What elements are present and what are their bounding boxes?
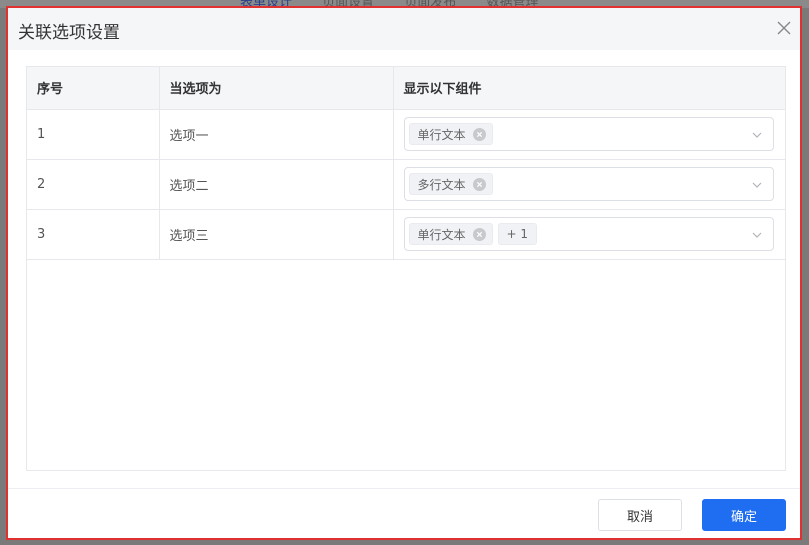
column-header-option: 当选项为 — [159, 67, 394, 110]
tag-remove-icon[interactable] — [472, 227, 486, 241]
options-table: 序号 当选项为 显示以下组件 1 选项一 单行文本 2 选项二 多行文本 3 选… — [26, 66, 786, 471]
tag-label: 单行文本 — [417, 127, 466, 142]
linked-options-dialog: 关联选项设置 序号 当选项为 显示以下组件 1 选项一 单行文本 2 选项二 多… — [6, 6, 802, 540]
row-index: 1 — [27, 109, 160, 160]
table-header-row: 序号 当选项为 显示以下组件 — [27, 67, 785, 110]
row-option: 选项二 — [159, 159, 394, 210]
table-row: 2 选项二 多行文本 — [27, 159, 785, 210]
component-tag: 单行文本 — [408, 223, 493, 245]
chevron-down-icon[interactable] — [751, 229, 763, 241]
row-option: 选项一 — [159, 109, 394, 160]
tag-label: 单行文本 — [417, 227, 466, 242]
dialog-footer: 取消 确定 — [8, 488, 800, 538]
table-row: 3 选项三 单行文本 + 1 — [27, 209, 785, 260]
dialog-title: 关联选项设置 — [18, 23, 120, 43]
component-select[interactable]: 单行文本 + 1 — [403, 217, 774, 251]
row-components-cell: 单行文本 — [393, 109, 785, 160]
background-page: 表单设计 页面设置 页面发布 数据管理 — [0, 0, 809, 8]
component-select[interactable]: 单行文本 — [403, 117, 774, 151]
bg-tab-page-settings: 页面设置 — [322, 0, 375, 8]
component-tag: 单行文本 — [408, 123, 493, 145]
confirm-button[interactable]: 确定 — [702, 499, 786, 531]
tag-remove-icon[interactable] — [472, 177, 486, 191]
component-tag: 多行文本 — [408, 173, 493, 195]
table-row: 1 选项一 单行文本 — [27, 109, 785, 160]
tag-remove-icon[interactable] — [472, 127, 486, 141]
cancel-button[interactable]: 取消 — [598, 499, 682, 531]
more-tags-count: + 1 — [497, 223, 538, 245]
tag-label: 多行文本 — [417, 177, 466, 192]
column-header-index: 序号 — [27, 67, 160, 110]
background-tabs: 表单设计 页面设置 页面发布 数据管理 — [240, 0, 564, 8]
row-index: 3 — [27, 209, 160, 260]
column-header-components: 显示以下组件 — [393, 67, 785, 110]
row-index: 2 — [27, 159, 160, 210]
bg-tab-page-publish: 页面发布 — [404, 0, 457, 8]
row-components-cell: 多行文本 — [393, 159, 785, 210]
bg-tab-data-management: 数据管理 — [486, 0, 539, 8]
bg-tab-form-design: 表单设计 — [240, 0, 293, 8]
chevron-down-icon[interactable] — [751, 129, 763, 141]
dialog-header: 关联选项设置 — [8, 8, 800, 50]
component-select[interactable]: 多行文本 — [403, 167, 774, 201]
close-icon[interactable] — [774, 18, 794, 38]
row-components-cell: 单行文本 + 1 — [393, 209, 785, 260]
row-option: 选项三 — [159, 209, 394, 260]
chevron-down-icon[interactable] — [751, 179, 763, 191]
